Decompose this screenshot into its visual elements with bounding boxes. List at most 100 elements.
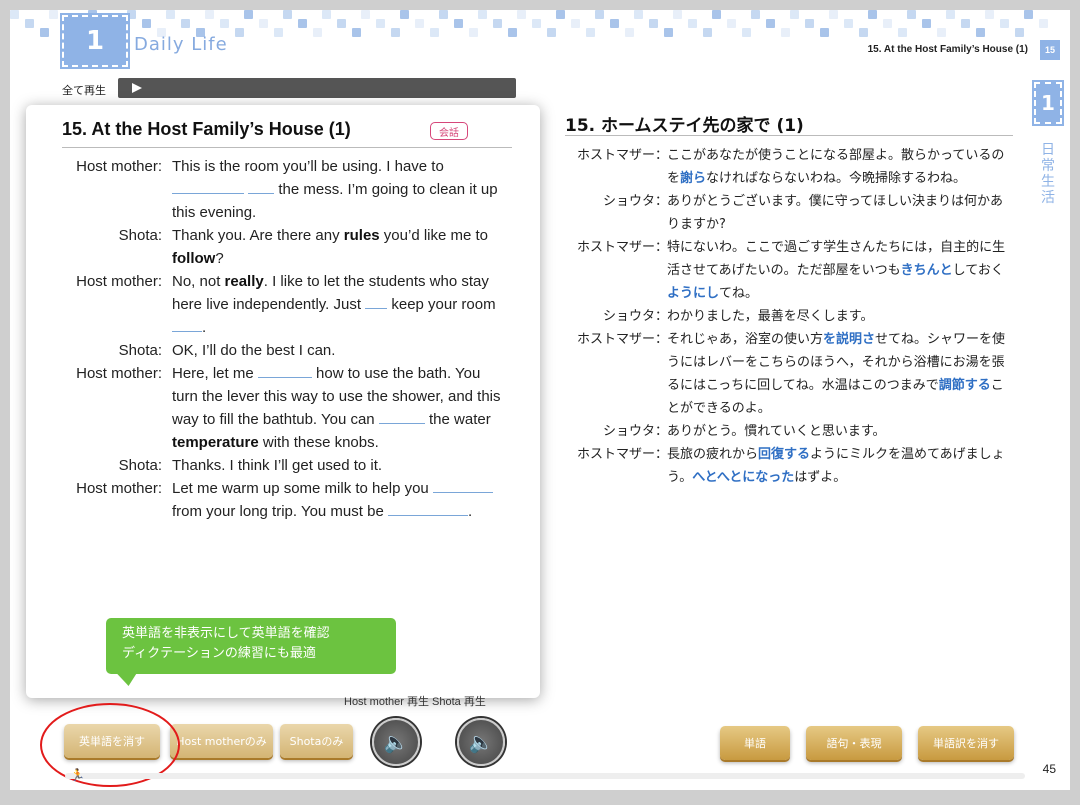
words-button[interactable]: 単語 bbox=[720, 726, 790, 760]
speaker-name: Host mother: bbox=[76, 273, 162, 290]
japanese-text: ここがあなたが使うことになる部屋よ。散らかっているのを謝らなければならないわね。… bbox=[667, 148, 1005, 186]
colon: ： bbox=[655, 309, 669, 324]
decorative-tile bbox=[937, 28, 946, 37]
tooltip-line: 英単語を非表示にして英単語を確認 bbox=[122, 626, 330, 641]
decorative-tile bbox=[166, 10, 175, 19]
decorative-tile bbox=[703, 28, 712, 37]
colon: ： bbox=[655, 332, 669, 347]
highlighted-translation[interactable]: きちんと bbox=[901, 263, 953, 278]
vocab-word[interactable]: rules bbox=[344, 227, 380, 244]
dialog-text: This is the room you’ll be using. I have… bbox=[172, 158, 498, 221]
decorative-tile bbox=[859, 28, 868, 37]
decorative-tile bbox=[556, 10, 565, 19]
side-label-char: 常 bbox=[1041, 158, 1055, 174]
decorative-tile bbox=[259, 19, 268, 28]
decorative-tile bbox=[40, 28, 49, 37]
highlighted-translation[interactable]: 調節する bbox=[939, 378, 991, 393]
japanese-text: 特にないわ。ここで過ごす学生さんたちには，自主的に生活させてあげたいの。ただ部屋… bbox=[667, 240, 1006, 301]
decorative-tile bbox=[649, 19, 658, 28]
decorative-tile bbox=[844, 19, 853, 28]
colon: ： bbox=[655, 148, 669, 163]
dialog-line: Shota: Thank you. Are there any rules you… bbox=[62, 224, 512, 270]
hidden-word-blank[interactable] bbox=[172, 317, 202, 332]
speaker-name: ショウタ bbox=[602, 424, 655, 439]
vocab-word[interactable]: really bbox=[225, 273, 264, 290]
decorative-tile bbox=[610, 19, 619, 28]
speaker-name: ホストマザー bbox=[576, 447, 655, 462]
highlighted-translation[interactable]: へとへとになった bbox=[692, 470, 794, 485]
progress-tick-label: 700 bbox=[425, 789, 438, 790]
decorative-tile bbox=[181, 19, 190, 28]
progress-tick-label: 1200 bbox=[725, 789, 743, 790]
divider bbox=[62, 147, 512, 148]
japanese-dialog-line: ショウタ：ありがとう。慣れていくと思います。 bbox=[565, 420, 1020, 443]
decorative-tile bbox=[439, 10, 448, 19]
hidden-word-blank[interactable] bbox=[257, 363, 312, 378]
vocab-word[interactable]: temperature bbox=[172, 434, 259, 451]
speaker-icon[interactable]: 🔈 bbox=[457, 718, 505, 766]
decorative-tile bbox=[220, 19, 229, 28]
hidden-word-blank[interactable] bbox=[387, 501, 468, 516]
highlighted-translation[interactable]: を説明さ bbox=[823, 332, 875, 347]
play-icon[interactable] bbox=[132, 83, 142, 93]
decorative-tile bbox=[1024, 10, 1033, 19]
hide-translation-button[interactable]: 単語訳を消す bbox=[918, 726, 1014, 760]
popup-title: 15. At the Host Family’s House (1) bbox=[62, 119, 351, 139]
speaker-name: Shota: bbox=[118, 457, 162, 474]
side-chapter-label: 日常生活 bbox=[1040, 142, 1056, 206]
decorative-tile bbox=[829, 10, 838, 19]
dialog-line: Shota: Thanks. I think I’ll get used to i… bbox=[62, 454, 512, 477]
conversation-badge: 会話 bbox=[430, 122, 468, 140]
tooltip-line: ディクテーションの練習にも最適 bbox=[122, 646, 316, 661]
dialog-text: OK, I’ll do the best I can. bbox=[172, 342, 336, 359]
decorative-tile bbox=[805, 19, 814, 28]
progress-tick-label: 1300 bbox=[785, 789, 803, 790]
decorative-tile bbox=[313, 28, 322, 37]
decorative-tile bbox=[469, 28, 478, 37]
decorative-tile bbox=[664, 28, 673, 37]
japanese-dialog-line: ショウタ：わかりました，最善を尽くします。 bbox=[565, 305, 1020, 328]
dialog-text: Here, let me how to use the bath. You tu… bbox=[172, 363, 501, 451]
textbook-page: 1 Daily Life 15. At the Host Family’s Ho… bbox=[10, 10, 1070, 790]
dialog-line: Host mother: This is the room you’ll be u… bbox=[62, 155, 512, 224]
chapter-number-badge: 1 bbox=[62, 15, 128, 67]
vocab-word[interactable]: follow bbox=[172, 250, 215, 267]
progress-tick-label: 1400 bbox=[845, 789, 863, 790]
speaker-icon[interactable]: 🔈 bbox=[372, 718, 420, 766]
speaker-name: ショウタ bbox=[602, 309, 655, 324]
highlighted-translation[interactable]: 謝ら bbox=[680, 171, 706, 186]
dialog-text: Thanks. I think I’ll get used to it. bbox=[172, 457, 383, 474]
play-all-bar[interactable] bbox=[118, 78, 516, 98]
decorative-tile bbox=[532, 19, 541, 28]
decorative-tile bbox=[127, 10, 136, 19]
hidden-word-blank[interactable] bbox=[432, 478, 493, 493]
highlighted-translation[interactable]: ようにし bbox=[667, 286, 719, 301]
decorative-tile bbox=[478, 10, 487, 19]
decorative-tile bbox=[283, 10, 292, 19]
progress-tick-label: 500 bbox=[305, 789, 318, 790]
host-mother-only-button[interactable]: Host motherのみ bbox=[170, 724, 273, 758]
decorative-tile bbox=[235, 28, 244, 37]
decorative-tile bbox=[985, 10, 994, 19]
decorative-tile bbox=[883, 19, 892, 28]
hidden-word-blank[interactable] bbox=[378, 409, 425, 424]
hidden-word-blank[interactable] bbox=[172, 179, 244, 194]
hidden-word-blank[interactable] bbox=[248, 179, 275, 194]
decorative-tile bbox=[898, 28, 907, 37]
hidden-word-blank[interactable] bbox=[365, 294, 388, 309]
decorative-tile bbox=[1000, 19, 1009, 28]
progress-tick-label: 1000 bbox=[605, 789, 623, 790]
japanese-dialog-line: ホストマザー：それじゃあ，浴室の使い方を説明させてね。シャワーを使うにはレバーを… bbox=[565, 328, 1020, 420]
side-chapter-tab[interactable]: 1 bbox=[1034, 82, 1062, 124]
dialog-line: Shota: OK, I’ll do the best I can. bbox=[62, 339, 512, 362]
highlighted-translation[interactable]: 回復する bbox=[758, 447, 810, 462]
decorative-tile bbox=[322, 10, 331, 19]
decorative-tile bbox=[688, 19, 697, 28]
phrases-button[interactable]: 語句・表現 bbox=[806, 726, 902, 760]
chapter-title: Daily Life bbox=[134, 34, 228, 55]
decorative-tile bbox=[517, 10, 526, 19]
decorative-tile bbox=[634, 10, 643, 19]
japanese-text: ありがとうございます。僕に守ってほしい決まりは何かありますか? bbox=[667, 194, 1004, 232]
shota-only-button[interactable]: Shotaのみ bbox=[280, 724, 353, 758]
speaker-name: ホストマザー bbox=[576, 148, 655, 163]
